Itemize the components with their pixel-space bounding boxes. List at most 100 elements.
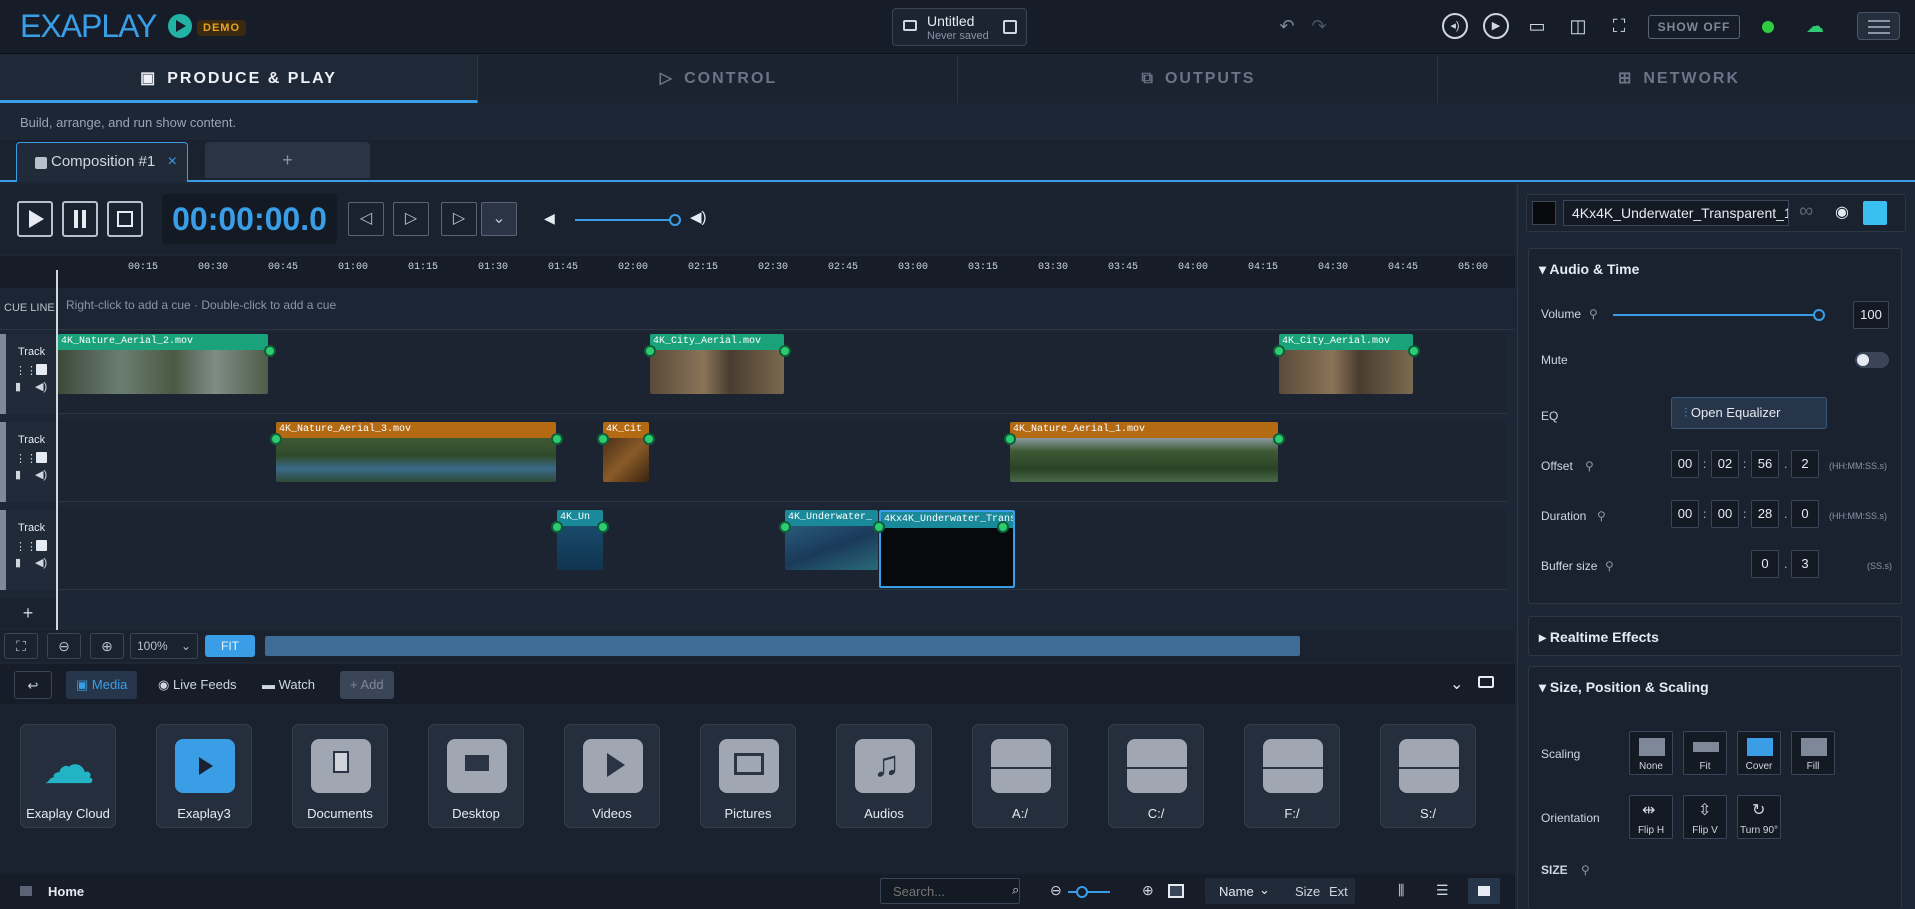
clip-city-short[interactable]: 4K_Cit <box>603 422 649 482</box>
zoom-out-icon[interactable]: ⊖ <box>1050 882 1062 899</box>
link-icon[interactable]: ⚲ <box>1597 509 1606 523</box>
section-header[interactable]: ▾ Size, Position & Scaling <box>1539 667 1709 707</box>
clip-city-aerial-2[interactable]: 4K_City_Aerial.mov <box>1279 334 1413 394</box>
clip-handle[interactable] <box>551 433 563 445</box>
add-media-button[interactable]: + Add <box>340 671 394 699</box>
clip-nature-aerial-3[interactable]: 4K_Nature_Aerial_3.mov <box>276 422 556 482</box>
drag-handle-icon[interactable]: ⋮⋮ <box>15 540 37 553</box>
add-composition-button[interactable]: + <box>205 142 370 178</box>
columns-view-icon[interactable]: ⫼ <box>1398 882 1404 899</box>
fit-view-icon[interactable]: ⛶ <box>4 633 38 659</box>
clip-handle[interactable] <box>997 521 1009 533</box>
clip-handle[interactable] <box>779 345 791 357</box>
clip-underwater[interactable]: 4K_Underwater_ <box>785 510 878 570</box>
clip-underwater-transparent-selected[interactable]: 4Kx4K_Underwater_Transp <box>879 510 1015 588</box>
tile-drive-s[interactable]: S:/ <box>1380 724 1476 828</box>
tab-live-feeds[interactable]: ◉ Live Feeds <box>148 671 247 699</box>
tile-desktop[interactable]: Desktop <box>428 724 524 828</box>
thumbnail-size-slider[interactable] <box>1068 891 1110 893</box>
duration-ss[interactable]: 28 <box>1751 500 1779 528</box>
tile-pictures[interactable]: Pictures <box>700 724 796 828</box>
tab-outputs[interactable]: ⧉ OUTPUTS <box>960 55 1438 103</box>
audio-icon[interactable]: ◂) <box>1442 13 1468 39</box>
clip-handle[interactable] <box>643 433 655 445</box>
grid-view-button[interactable] <box>1468 878 1500 904</box>
link-icon[interactable]: ⚲ <box>1605 559 1614 573</box>
save-icon[interactable] <box>1003 20 1017 34</box>
goto-dropdown[interactable]: ⌄ <box>481 202 517 236</box>
zoom-in-button[interactable]: ⊕ <box>90 633 124 659</box>
volume-slider[interactable] <box>1613 314 1818 316</box>
undo-icon[interactable]: ↶ <box>1274 13 1300 39</box>
clip-handle[interactable] <box>873 521 885 533</box>
clip-city-aerial-1[interactable]: 4K_City_Aerial.mov <box>650 334 784 394</box>
document-box[interactable]: Untitled Never saved <box>892 8 1027 46</box>
close-icon[interactable]: × <box>168 143 177 181</box>
fit-button[interactable]: FIT <box>205 635 255 657</box>
section-header[interactable]: ▾ Audio & Time <box>1539 249 1639 289</box>
clip-handle[interactable] <box>270 433 282 445</box>
realtime-effects-section[interactable]: ▸ Realtime Effects <box>1528 616 1902 656</box>
section-header[interactable]: ▸ Realtime Effects <box>1539 617 1659 657</box>
speaker-icon[interactable]: ◀) <box>35 556 47 569</box>
scaling-fill-button[interactable]: Fill <box>1791 731 1835 775</box>
clip-handle[interactable] <box>644 345 656 357</box>
clip-handle[interactable] <box>1004 433 1016 445</box>
sort-ext[interactable]: Ext <box>1329 884 1348 899</box>
sort-name[interactable]: Name <box>1219 884 1254 899</box>
drag-handle-icon[interactable]: ⋮⋮ <box>15 364 37 377</box>
sort-size[interactable]: Size <box>1295 884 1320 899</box>
scaling-cover-button[interactable]: Cover <box>1737 731 1781 775</box>
enable-checkbox[interactable] <box>36 540 47 551</box>
trash-icon[interactable]: ▮ <box>15 380 21 393</box>
tile-drive-a[interactable]: A:/ <box>972 724 1068 828</box>
timeline-scrollbar[interactable] <box>265 636 1300 656</box>
track-header-1[interactable]: Track ⋮⋮ ▮ ◀) <box>0 334 56 414</box>
offset-mm[interactable]: 02 <box>1711 450 1739 478</box>
clip-handle[interactable] <box>779 521 791 533</box>
track-header-2[interactable]: Track ⋮⋮ ▮ ◀) <box>0 422 56 502</box>
next-cue-button[interactable]: ▷ <box>393 202 429 236</box>
link-icon[interactable]: ⚲ <box>1581 863 1590 877</box>
speaker-icon[interactable]: ◀) <box>35 468 47 481</box>
master-volume-knob[interactable] <box>669 214 681 226</box>
link-icon[interactable]: ⚲ <box>1585 459 1594 473</box>
flip-v-button[interactable]: ⇳ Flip V <box>1683 795 1727 839</box>
cloud-icon[interactable]: ☁ <box>1802 13 1828 39</box>
offset-hh[interactable]: 00 <box>1671 450 1699 478</box>
zoom-in-icon[interactable]: ⊕ <box>1142 882 1154 899</box>
select-all-checkbox[interactable] <box>1168 884 1184 898</box>
tile-exaplay-cloud[interactable]: ☁ Exaplay Cloud <box>20 724 116 828</box>
back-button[interactable]: ↩ <box>14 671 52 699</box>
timeline-ruler[interactable]: 00:15 00:30 00:45 01:00 01:15 01:30 01:4… <box>0 256 1515 288</box>
tab-composition-1[interactable]: Composition #1 × <box>16 142 188 182</box>
clip-handle[interactable] <box>1273 345 1285 357</box>
turn-90-button[interactable]: ↻ Turn 90° <box>1737 795 1781 839</box>
buffer-tenths[interactable]: 3 <box>1791 550 1819 578</box>
zoom-select[interactable]: 100% ⌄ <box>130 633 198 659</box>
previous-cue-button[interactable]: ◁ <box>348 202 384 236</box>
tab-produce-play[interactable]: ▣ PRODUCE & PLAY <box>0 55 478 103</box>
offset-tenths[interactable]: 2 <box>1791 450 1819 478</box>
link-icon[interactable]: ⚲ <box>1589 307 1598 321</box>
tile-documents[interactable]: Documents <box>292 724 388 828</box>
tab-watch[interactable]: ▬ Watch <box>252 671 325 699</box>
layout-icon[interactable]: ◫ <box>1565 13 1591 39</box>
tab-network[interactable]: ⊞ NETWORK <box>1440 55 1915 103</box>
stop-button[interactable] <box>107 201 143 237</box>
clip-handle[interactable] <box>551 521 563 533</box>
show-off-button[interactable]: SHOW OFF <box>1648 15 1740 39</box>
clip-handle[interactable] <box>1273 433 1285 445</box>
chevron-down-icon[interactable]: ⌄ <box>1450 674 1463 694</box>
monitor-icon[interactable]: ▭ <box>1524 13 1550 39</box>
offset-ss[interactable]: 56 <box>1751 450 1779 478</box>
redo-icon[interactable]: ↷ <box>1306 13 1332 39</box>
cue-line[interactable]: CUE LINE Right-click to add a cue · Doub… <box>0 290 1515 330</box>
tile-videos[interactable]: Videos <box>564 724 660 828</box>
duration-tenths[interactable]: 0 <box>1791 500 1819 528</box>
eye-icon[interactable]: ◉ <box>1835 202 1849 222</box>
tile-drive-c[interactable]: C:/ <box>1108 724 1204 828</box>
clip-nature-aerial-2[interactable]: 4K_Nature_Aerial_2.mov <box>58 334 268 394</box>
clip-handle[interactable] <box>597 433 609 445</box>
slider-knob[interactable] <box>1076 886 1088 898</box>
